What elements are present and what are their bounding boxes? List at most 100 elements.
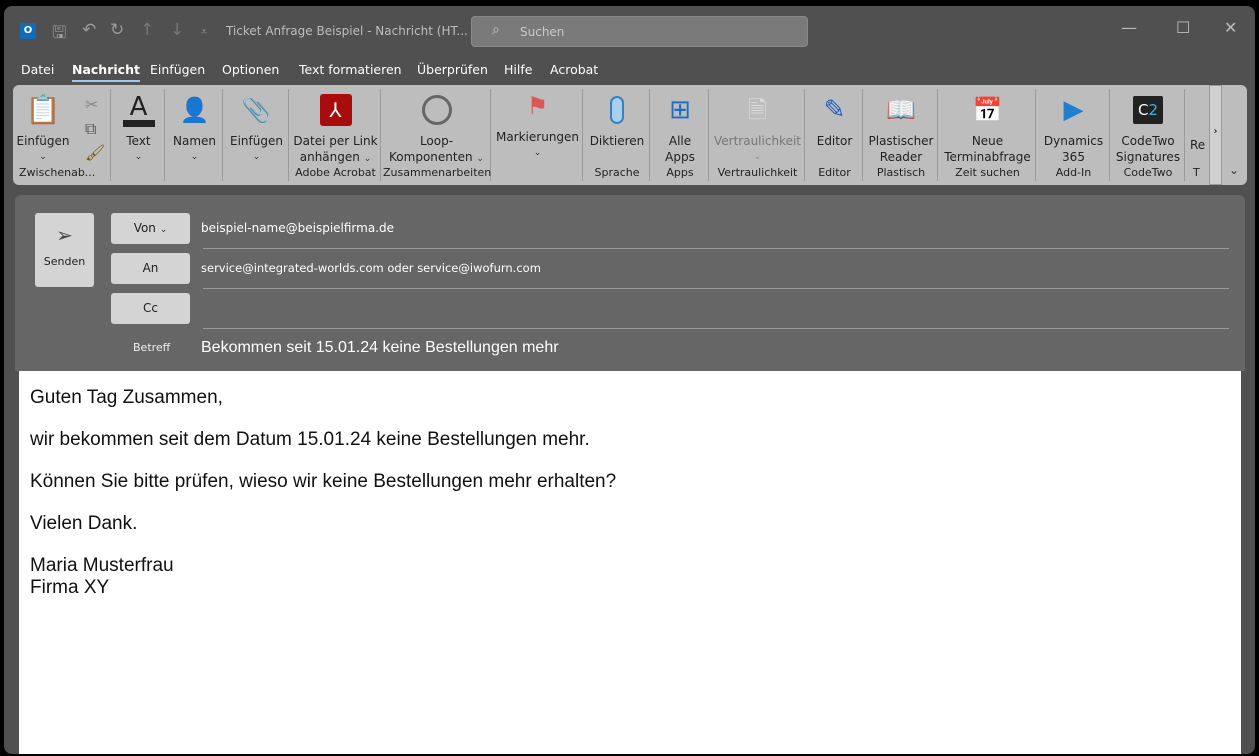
body-line: wir bekommen seit dem Datum 15.01.24 kei… [30,429,590,450]
loop-icon [421,95,452,125]
cut-icon[interactable]: ✂ [85,95,98,114]
microphone-icon [610,96,624,124]
text-button[interactable]: A Text ⌄ [113,89,164,165]
tab-text-formatieren[interactable]: Text formatieren [299,62,402,77]
loop-components-button[interactable]: Loop- Komponenten ⌄ [383,89,490,167]
group-label: Zwischenab... [19,166,96,179]
font-color-icon: A [129,91,148,122]
group-label: Apps [666,166,694,179]
apps-grid-icon: ⊞ [669,95,691,125]
tab-hilfe[interactable]: Hilfe [504,62,532,77]
cc-field[interactable] [201,301,1201,317]
new-poll-button[interactable]: 📅 Neue Terminabfrage [940,89,1035,165]
paperclip-icon: 📎 [241,96,272,124]
group-flags: ⚑ Markierungen ⌄ [493,89,583,181]
group-editor: ✎ Editor Editor [807,89,863,181]
message-header: ➢ Senden Von ⌄ beispiel-name@beispielfir… [15,195,1245,371]
format-painter-icon[interactable]: 🖌 [85,143,105,162]
group-sensitivity: 🗎 Vertraulichkeit ⌄ Vertraulichkeit [711,89,805,181]
title-bar: O 🖫 ↶ ↻ ↑ ↓ ⩡ Ticket Anfrage Beispiel - … [4,6,1255,56]
maximize-button[interactable]: ☐ [1176,18,1190,37]
group-immersive: 📖 Plastischer Reader Plastisch [865,89,938,181]
dynamics-icon: ▶ [1063,95,1084,125]
all-apps-button[interactable]: ⊞ Alle Apps [652,89,708,165]
ribbon: 📋 Einfügen ⌄ ✂ ⧉ 🖌 Zwischenab... A Text ⌄ 👤… [13,85,1247,185]
subject-field[interactable]: Bekommen seit 15.01.24 keine Bestellunge… [201,339,559,357]
group-label: Editor [818,166,851,179]
group-label: T [1193,166,1200,179]
group-insert: 📎 Einfügen ⌄ [225,89,289,181]
divider [203,248,1229,249]
down-arrow-icon[interactable]: ↓ [170,20,184,40]
window-title: Ticket Anfrage Beispiel - Nachricht (HT.… [226,24,468,38]
clipboard-icon: 📋 [25,93,61,126]
minimize-button[interactable]: — [1121,18,1137,37]
codetwo-logo-icon: C2 [1133,96,1163,124]
paste-button[interactable]: 📋 Einfügen ⌄ [15,89,71,165]
dictate-button[interactable]: Diktieren [585,89,649,149]
codetwo-signatures-button[interactable]: C2 CodeTwo Signatures [1112,89,1184,165]
to-field[interactable]: service@integrated-worlds.com oder servi… [201,261,541,275]
search-placeholder: Suchen [520,25,565,39]
divider [203,288,1229,289]
divider [203,328,1229,329]
names-button[interactable]: 👤 Namen ⌄ [167,89,222,165]
sensitivity-button[interactable]: 🗎 Vertraulichkeit ⌄ [711,89,804,165]
attach-button[interactable]: 📎 Einfügen ⌄ [225,89,288,165]
search-icon: ⌕ [492,22,500,38]
redo-icon[interactable]: ↻ [110,20,124,40]
immersive-reader-button[interactable]: 📖 Plastischer Reader [865,89,937,165]
from-value[interactable]: beispiel-name@beispielfirma.de [201,221,394,235]
group-speech: Diktieren Sprache [585,89,650,181]
group-truncated: Re T [1187,89,1209,181]
customize-toolbar-icon[interactable]: ⩡ [201,25,207,39]
group-names: 👤 Namen ⌄ [167,89,223,181]
outlook-compose-window: O 🖫 ↶ ↻ ↑ ↓ ⩡ Ticket Anfrage Beispiel - … [4,6,1255,754]
search-input[interactable]: ⌕ Suchen [471,16,808,47]
send-icon: ➢ [56,223,73,247]
send-button[interactable]: ➢ Senden [35,213,94,287]
tab-einfuegen[interactable]: Einfügen [150,62,205,77]
group-label: CodeTwo [1123,166,1173,179]
flag-icon: ⚑ [526,92,549,120]
address-book-icon: 👤 [179,96,210,124]
body-thanks: Vielen Dank. [30,513,138,534]
editor-pen-icon: ✎ [823,95,846,125]
copy-icon[interactable]: ⧉ [85,119,96,139]
truncated-button[interactable]: Re [1187,137,1209,153]
ribbon-tabs: Datei Nachricht Einfügen Optionen Text f… [4,62,1255,84]
tab-ueberpruefen[interactable]: Überprüfen [417,62,488,77]
tab-datei[interactable]: Datei [21,62,54,77]
dynamics-365-button[interactable]: ▶ Dynamics 365 [1038,89,1109,165]
acrobat-icon: ⅄ [319,94,352,126]
group-addin: ▶ Dynamics 365 Add-In [1038,89,1110,181]
cc-button[interactable]: Cc [111,293,190,324]
message-body-editor[interactable]: Guten Tag Zusammen, wir bekommen seit de… [19,371,1241,754]
editor-button[interactable]: ✎ Editor [807,89,862,149]
group-collaborate: Loop- Komponenten ⌄ Zusammenarbeiten [383,89,491,181]
group-label: Zusammenarbeiten [383,166,492,179]
group-label: Add-In [1055,166,1092,179]
to-button[interactable]: An [111,253,190,284]
collapse-ribbon-icon[interactable]: ⌄ [1229,163,1239,177]
save-icon[interactable]: 🖫 [52,20,66,49]
ribbon-scroll-right-button[interactable]: › [1209,85,1222,185]
outlook-logo-icon: O [20,23,36,39]
undo-icon[interactable]: ↶ [82,20,96,40]
signature-company: Firma XY [30,577,110,598]
group-label: Sprache [594,166,640,179]
tab-optionen[interactable]: Optionen [222,62,279,77]
group-text: A Text ⌄ [113,89,165,181]
tab-acrobat[interactable]: Acrobat [550,62,598,77]
up-arrow-icon[interactable]: ↑ [140,20,154,40]
group-label: Zeit suchen [955,166,1020,179]
close-button[interactable]: ✕ [1224,18,1237,37]
subject-label: Betreff [133,341,171,354]
tab-nachricht[interactable]: Nachricht [72,62,140,82]
attach-by-link-button[interactable]: ⅄ Datei per Link anhängen ⌄ [291,89,380,167]
sensitivity-icon: 🗎 [747,96,768,124]
from-button[interactable]: Von ⌄ [111,213,190,244]
flags-button[interactable]: ⚑ Markierungen ⌄ [493,85,582,161]
calendar-poll-icon: 📅 [972,96,1003,124]
group-label: Adobe Acrobat [295,166,376,179]
